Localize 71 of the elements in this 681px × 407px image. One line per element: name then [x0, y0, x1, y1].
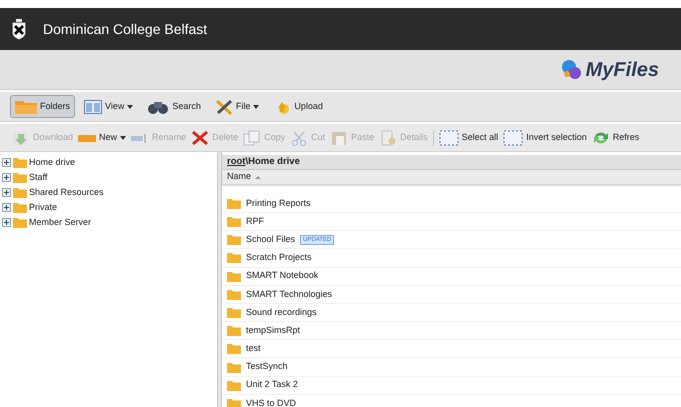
toolbar-button[interactable]: Search	[142, 95, 206, 118]
toolbar-button[interactable]: Invert selection	[503, 130, 587, 146]
dashed-square-icon	[438, 130, 459, 146]
file-name[interactable]: Sound recordings	[246, 306, 317, 320]
file-name[interactable]: SMART Notebook	[246, 269, 318, 283]
folder-icon	[227, 362, 241, 373]
column-header[interactable]: Name	[222, 170, 681, 185]
folder-icon	[227, 325, 241, 336]
folder-icon	[13, 217, 27, 228]
file-name[interactable]: test	[246, 342, 261, 356]
myfiles-logo: MyFiles	[586, 58, 659, 82]
caret-icon	[253, 104, 260, 108]
expand-toggle[interactable]	[2, 218, 11, 227]
expand-toggle[interactable]	[2, 203, 11, 212]
file-name[interactable]: SMART Technologies	[246, 288, 332, 302]
cross-icon	[191, 130, 210, 146]
toolbar-button[interactable]: Select all	[438, 130, 498, 146]
tree-item[interactable]: Shared Resources	[29, 186, 104, 200]
folder-icon	[227, 343, 241, 354]
path-text: \Home drive	[245, 155, 300, 169]
file-name[interactable]: Scratch Projects	[246, 251, 312, 265]
folder-icon	[227, 398, 241, 407]
toolbar-button[interactable]: Refres	[592, 130, 640, 146]
file-name[interactable]: RPF	[246, 214, 264, 228]
folder-icon	[15, 98, 37, 114]
file-name[interactable]: School Files	[246, 232, 296, 246]
folder-icon	[227, 380, 241, 391]
tools-icon	[214, 98, 233, 114]
details-icon	[379, 130, 398, 146]
expand-toggle[interactable]	[2, 158, 11, 167]
toolbar-button[interactable]: File	[210, 95, 264, 118]
expand-toggle[interactable]	[2, 173, 11, 182]
column-label: Name	[227, 170, 252, 184]
file-name[interactable]: TestSynch	[246, 360, 288, 374]
folder-icon	[227, 234, 241, 246]
folder-icon	[13, 157, 27, 168]
folder-icon	[13, 202, 27, 213]
toolbar-button[interactable]: View	[79, 95, 138, 118]
folder-icon	[227, 270, 241, 282]
toolbar-button[interactable]: New	[78, 130, 126, 146]
view-icon	[84, 98, 102, 114]
expand-toggle[interactable]	[2, 188, 11, 197]
shield-logo-icon	[12, 18, 26, 40]
scissors-icon	[290, 130, 308, 146]
file-name[interactable]: tempSimsRpt	[246, 324, 300, 338]
file-name[interactable]: VHS to DVD	[246, 396, 296, 407]
folder-icon	[227, 252, 241, 264]
download-icon	[12, 130, 30, 146]
folder-icon	[227, 198, 241, 209]
refresh-icon	[592, 130, 610, 146]
caret-icon	[127, 104, 134, 108]
tree-item[interactable]: Private	[29, 200, 58, 214]
file-name[interactable]: Printing Reports	[246, 196, 311, 210]
tree-item[interactable]: Staff	[29, 170, 48, 184]
copy-icon	[243, 130, 262, 146]
folder-icon	[227, 288, 241, 300]
folder-icon	[13, 187, 27, 198]
file-name[interactable]: Unit 2 Task 2	[246, 378, 298, 392]
caret-icon	[120, 136, 126, 140]
toolbar-button[interactable]: Upload	[268, 95, 328, 118]
header-title: Dominican College Belfast	[43, 20, 208, 39]
folder-icon	[13, 172, 27, 183]
folder-icon	[227, 306, 241, 318]
clipboard-icon	[330, 130, 348, 146]
tree-item[interactable]: Member Server	[29, 216, 92, 230]
root-link[interactable]: root	[227, 155, 246, 170]
bubbles-logo-icon	[560, 60, 583, 80]
tree-item[interactable]: Home drive	[29, 156, 76, 170]
toolbar-button[interactable]: Folders	[10, 95, 76, 118]
folder-icon	[227, 216, 241, 228]
dashed-square-icon	[503, 130, 524, 146]
